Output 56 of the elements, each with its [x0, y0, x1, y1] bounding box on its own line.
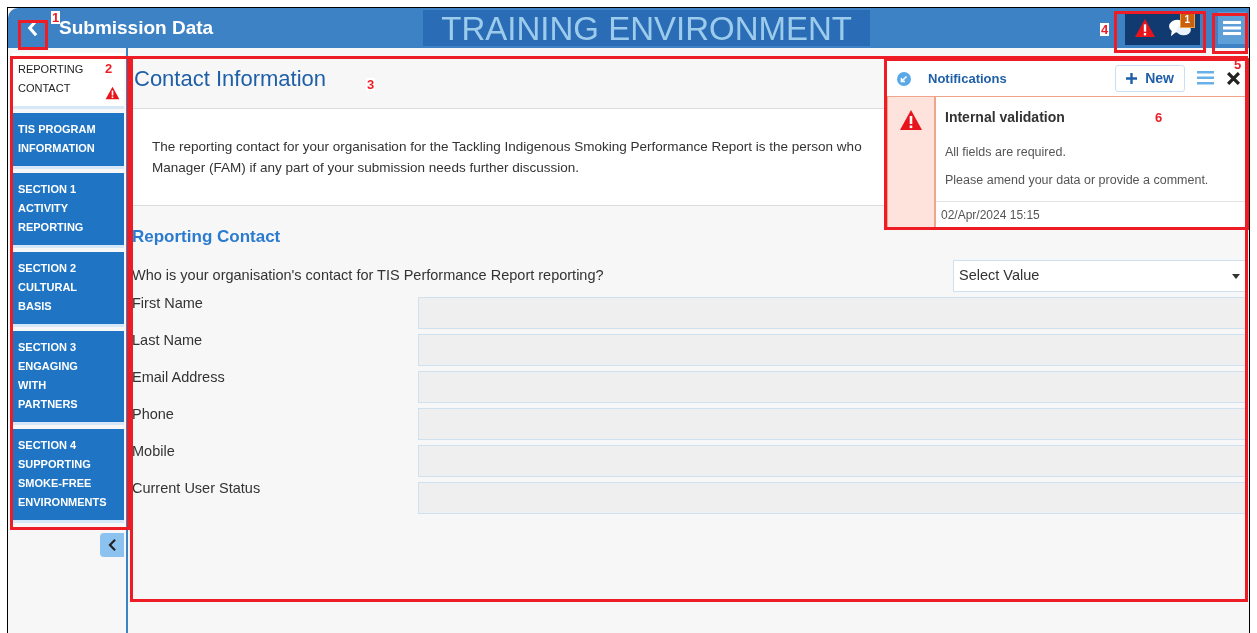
- notification-message: All fields are required. Please amend your data or provide a comment.: [945, 144, 1210, 189]
- chevron-left-icon: [107, 539, 117, 551]
- new-button[interactable]: New: [1115, 65, 1185, 92]
- sidebar-item[interactable]: SECTION 3 ENGAGING WITH PARTNERS: [12, 331, 124, 425]
- input-field[interactable]: [418, 445, 1247, 477]
- annotation-frame: [18, 20, 48, 50]
- close-button[interactable]: [1227, 72, 1240, 85]
- question-text: Who is your organisation's contact for TIS Performance Report reporting?: [132, 266, 605, 286]
- menu-icon: [1223, 20, 1241, 36]
- warning-icon: [105, 86, 120, 100]
- menu-button[interactable]: [1218, 12, 1246, 44]
- notification-icon: [897, 71, 911, 86]
- caret-icon: [1232, 273, 1240, 279]
- annotation-number: 4: [1100, 23, 1110, 36]
- sidebar-label: TIS PROGRAM INFORMATION: [18, 122, 96, 156]
- sidebar-item[interactable]: SECTION 4 SUPPORTING SMOKE-FREE ENVIRONMENTS: [12, 429, 124, 523]
- field-label: Email Address: [132, 368, 226, 387]
- plus-icon: [1126, 73, 1138, 84]
- warning-icon: [899, 109, 923, 131]
- field-label: Current User Status: [132, 479, 262, 498]
- input-field[interactable]: [418, 371, 1247, 403]
- field-label: Mobile: [132, 442, 176, 461]
- sidebar-label: SECTION 3 ENGAGING WITH PARTNERS: [18, 340, 78, 412]
- sidebar-label: SECTION 4 SUPPORTING SMOKE-FREE ENVIRONMENTS: [18, 438, 107, 510]
- annotation-frame: [1212, 13, 1248, 54]
- page-title: Submission Data: [59, 16, 214, 40]
- sidebar-item[interactable]: SECTION 1 ACTIVITY REPORTING: [12, 173, 124, 248]
- sidebar-label: SECTION 2 CULTURAL BASIS: [18, 261, 78, 314]
- list-icon: [1197, 70, 1214, 85]
- warning-icon: [1133, 18, 1156, 38]
- sidebar-item[interactable]: TIS PROGRAM INFORMATION: [12, 113, 124, 169]
- sidebar-item[interactable]: SECTION 2 CULTURAL BASIS: [12, 252, 124, 327]
- collapse-button[interactable]: [100, 533, 124, 557]
- input-field[interactable]: [418, 482, 1247, 514]
- notifications-title: Notifications: [928, 69, 1008, 88]
- annotation-number: 6: [1154, 111, 1164, 124]
- close-icon: [1227, 72, 1240, 85]
- field-label: Phone: [132, 405, 175, 424]
- input-field[interactable]: [418, 297, 1247, 329]
- annotation-number: 1: [51, 11, 61, 24]
- notification-date: 02/Apr/2024 15:15: [941, 206, 1040, 224]
- annotation-number: 2: [104, 62, 114, 75]
- environment-text: TRAINING ENVIRONMENT: [441, 11, 852, 45]
- input-field[interactable]: [418, 408, 1247, 440]
- sidebar-label: SECTION 1 ACTIVITY REPORTING: [18, 182, 84, 235]
- section-heading: Contact Information: [134, 64, 326, 93]
- list-button[interactable]: [1197, 70, 1214, 87]
- field-label: Last Name: [132, 331, 204, 350]
- input-field[interactable]: [418, 334, 1247, 366]
- field-label: First Name: [132, 294, 204, 313]
- notification-title: Internal validation: [945, 108, 1065, 127]
- annotation-number: 3: [366, 78, 376, 91]
- select-dropdown[interactable]: Select Value: [953, 260, 1247, 292]
- sidebar-label: REPORTING CONTACT: [18, 62, 84, 96]
- info-text: The reporting contact for your organisation for the Tackling Indigenous Smoking Performance Report is the person who Manager (FAM) if any part of your submission needs further discussion.: [152, 138, 862, 177]
- subsection-heading: Reporting Contact: [132, 226, 282, 248]
